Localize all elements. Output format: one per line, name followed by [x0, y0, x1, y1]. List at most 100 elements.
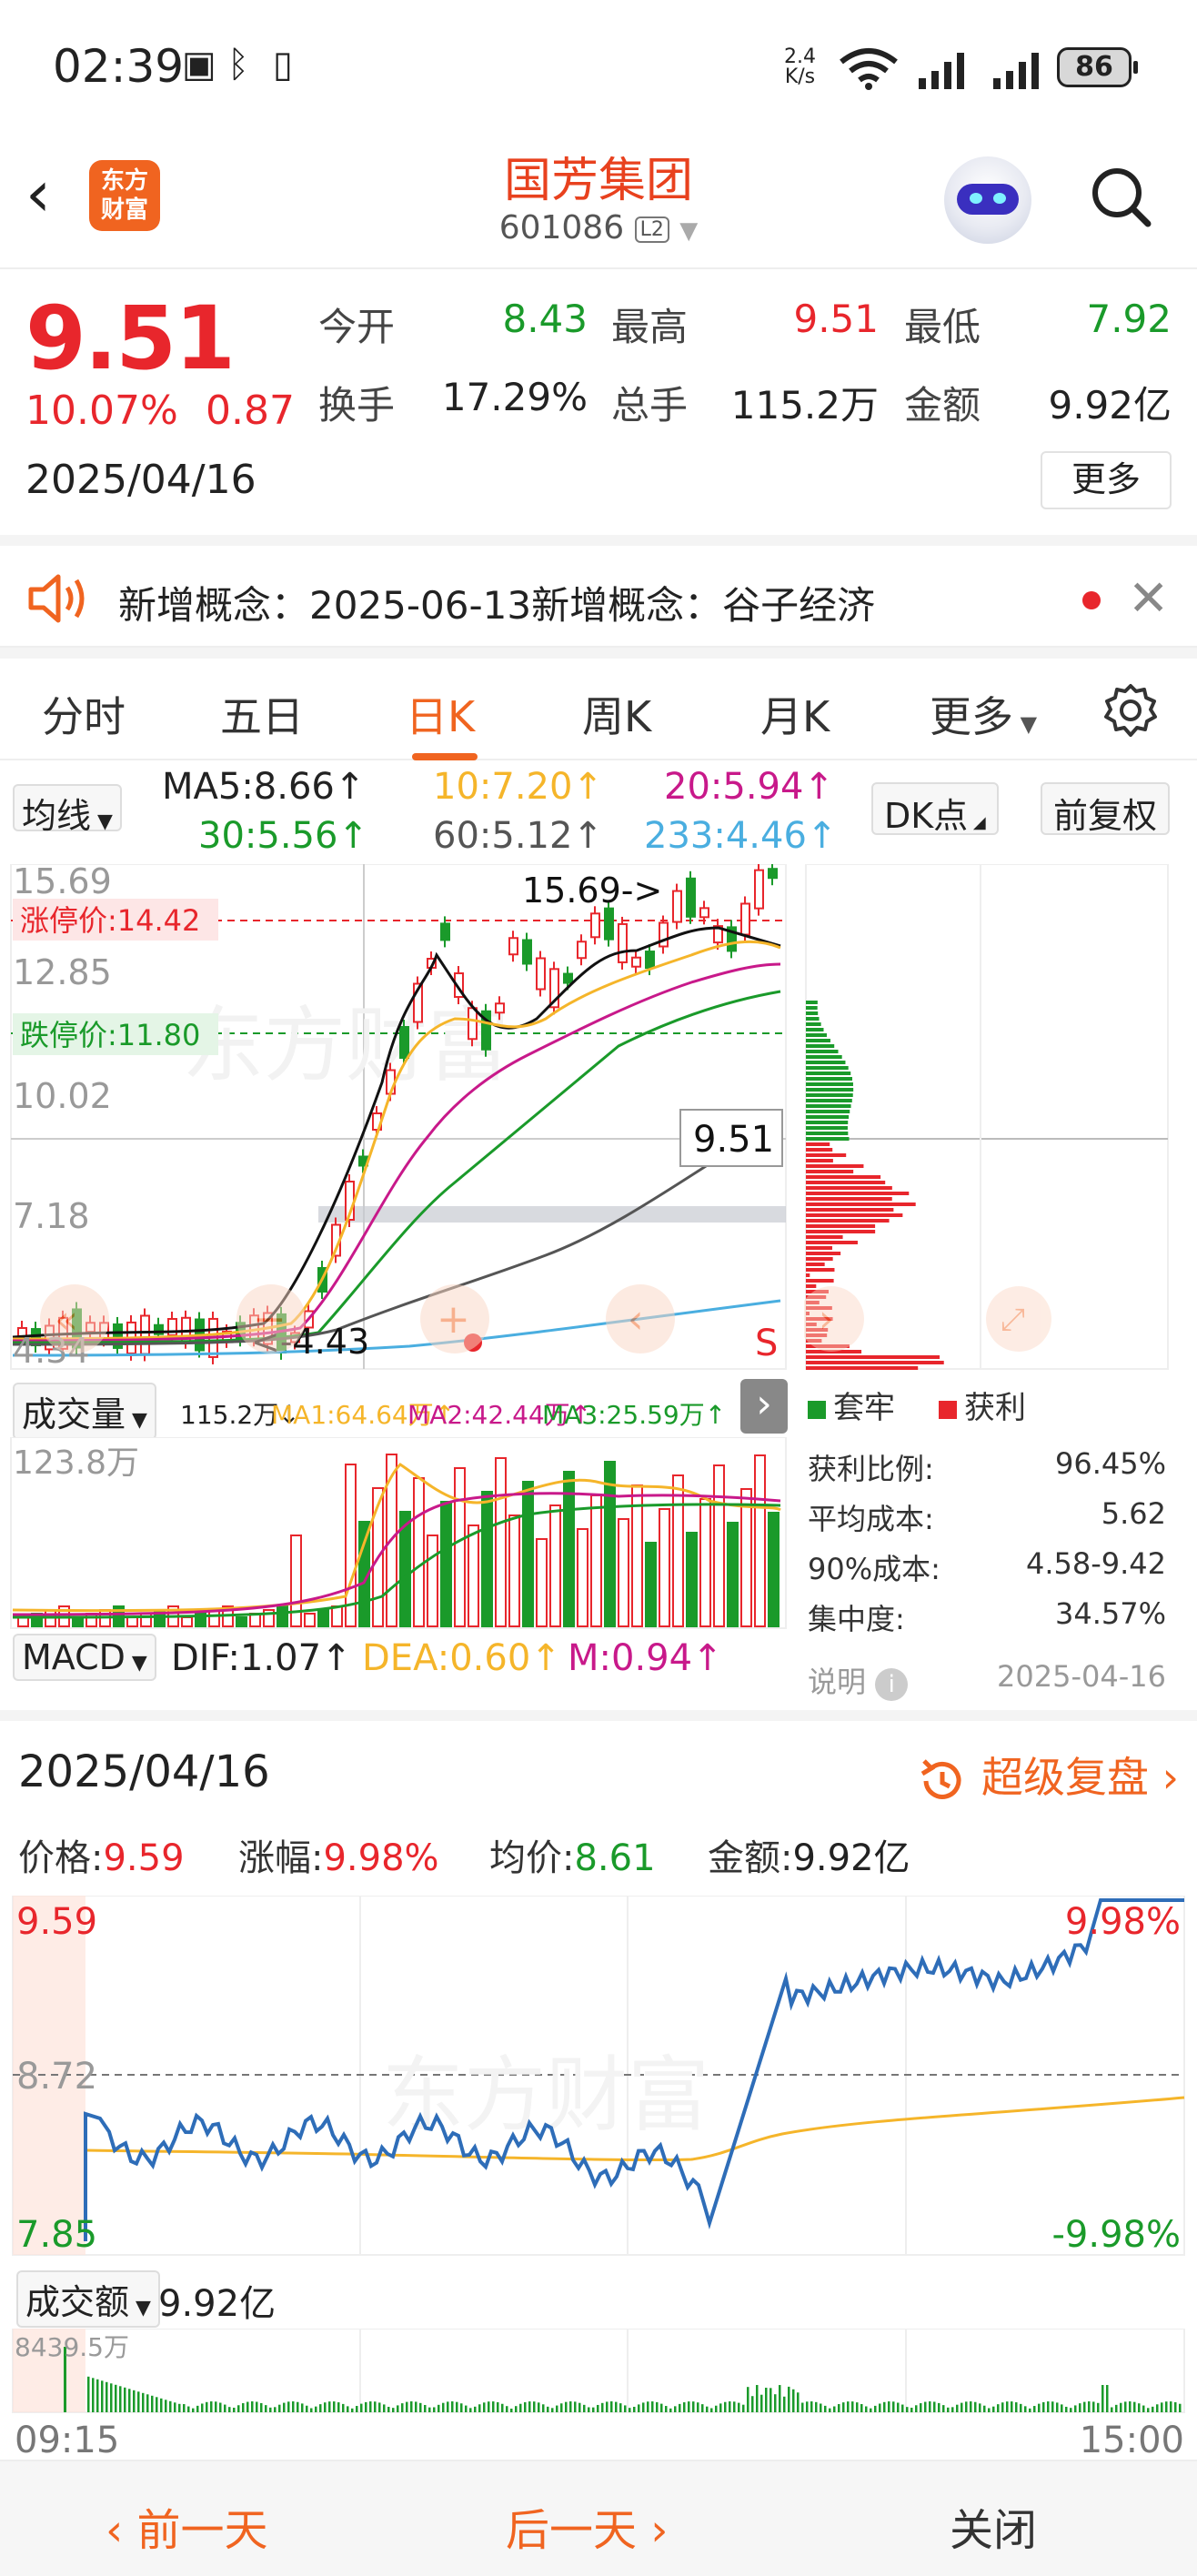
volume-selector[interactable]: 成交量 ▼	[13, 1383, 156, 1440]
chip-bar	[806, 1235, 843, 1239]
candle-body	[399, 1026, 409, 1059]
volume-chart[interactable]: 123.8万	[0, 1437, 791, 1630]
intraday-chart[interactable]: 东方财富 9.59 8.72 7.85 9.98% -9.98%	[0, 1896, 1197, 2259]
intraday-volume-bar	[610, 2401, 613, 2412]
intraday-volume-bar	[1142, 2405, 1145, 2412]
tab-more[interactable]: 更多 ▼	[930, 684, 1037, 744]
amount-selector[interactable]: 成交额 ▼	[16, 2270, 160, 2328]
concept-notice[interactable]: 新增概念：2025-06-13新增概念：谷子经济 ✕	[0, 535, 1197, 648]
support-band	[318, 1206, 786, 1223]
chip-distribution-chart[interactable]: › ⤢	[804, 864, 1172, 1374]
volume-bar	[522, 1481, 534, 1627]
chip-bar	[806, 1208, 894, 1212]
volume-row: 成交量 ▼ 115.2万↓ MA1:64.64万↑ MA2:42.44万↑ MA…	[0, 1379, 791, 1440]
search-icon[interactable]	[1088, 164, 1153, 229]
intraday-volume-bar	[838, 2404, 840, 2412]
forward-adjust-button[interactable]: 前复权	[1041, 782, 1171, 836]
intraday-volume-bar	[187, 2406, 190, 2412]
chevron-right-icon: ›	[637, 2505, 669, 2556]
tab-five-day[interactable]: 五日	[220, 684, 304, 744]
intraday-volume-bar	[751, 2396, 754, 2412]
intraday-volume-bar	[428, 2407, 431, 2412]
intraday-volume-bar	[178, 2403, 181, 2412]
chip-bar	[806, 1082, 853, 1086]
volume-bar	[727, 1522, 739, 1627]
close-icon[interactable]: ✕	[1128, 569, 1169, 627]
intraday-volume-bar	[115, 2384, 117, 2412]
turnover-label: 换手	[318, 383, 396, 428]
intraday-volume-bar	[974, 2401, 977, 2412]
intraday-volume-bar	[897, 2402, 900, 2412]
intraday-volume-bar	[237, 2405, 240, 2412]
expand-panel-button[interactable]: ›	[740, 1379, 788, 1434]
candle-body	[468, 1007, 478, 1041]
intraday-volume-bar	[337, 2402, 340, 2412]
intraday-y-mid: 8.72	[16, 2056, 97, 2098]
intraday-volume-bar	[1138, 2403, 1141, 2412]
intraday-volume-bar	[301, 2403, 304, 2412]
chip-bar	[806, 1241, 858, 1244]
signal-icon-2	[993, 53, 1039, 89]
intraday-volume-bar	[1083, 2401, 1086, 2412]
intraday-volume-bar	[556, 2405, 558, 2412]
wifi-icon	[840, 48, 898, 90]
volume-axis-max: 123.8万	[13, 1444, 139, 1482]
ai-assistant-avatar[interactable]	[944, 156, 1031, 244]
intraday-volume-bar	[938, 2402, 940, 2412]
prev-day-button[interactable]: ‹ 前一天	[106, 2494, 267, 2558]
intraday-volume-chart[interactable]: 8439.5万	[0, 2329, 1197, 2416]
intraday-volume-bar	[910, 2408, 913, 2412]
dk-point-button[interactable]: DK点 ◢	[871, 782, 999, 836]
volume-bar	[618, 1518, 629, 1627]
intraday-volume-bar	[1029, 2408, 1031, 2412]
intraday-volume-bar	[419, 2402, 422, 2412]
intraday-volume-bar	[992, 2406, 995, 2412]
macd-selector[interactable]: MACD ▼	[13, 1634, 156, 1681]
detail-average: 均价:8.61	[489, 1828, 656, 1881]
y-label-2: 12.85	[13, 952, 112, 992]
intraday-volume-bar	[165, 2400, 167, 2412]
intraday-volume-bar	[328, 2401, 331, 2412]
intraday-volume-bar	[706, 2406, 709, 2412]
tab-daily-k[interactable]: 日K	[406, 684, 475, 744]
close-button[interactable]: 关闭	[950, 2494, 1037, 2558]
tab-monthly-k[interactable]: 月K	[760, 684, 830, 744]
intraday-volume-bar	[578, 2402, 581, 2412]
more-quote-button[interactable]: 更多	[1041, 451, 1172, 509]
detail-change: 涨幅:9.98%	[238, 1828, 439, 1881]
bluetooth-icon: ᛒ	[227, 44, 249, 86]
next-day-button[interactable]: 后一天 ›	[506, 2494, 668, 2558]
kline-chart[interactable]: 东方财富 15.69 12.85 10.02 7.18 4.34 涨停价:14.…	[0, 864, 791, 1374]
settings-gear-icon[interactable]	[1102, 682, 1159, 739]
chip-bar	[806, 1224, 876, 1228]
stat-value-profit-ratio: 96.45%	[1054, 1446, 1166, 1481]
intraday-volume-bar	[174, 2402, 176, 2412]
stat-value-90-cost: 4.58-9.42	[1025, 1546, 1166, 1581]
chip-bar	[806, 1001, 818, 1004]
tab-weekly-k[interactable]: 周K	[582, 684, 651, 744]
volume-bar	[740, 1488, 752, 1627]
intraday-volume-bar	[533, 2401, 536, 2412]
status-time: 02:39	[53, 40, 185, 93]
intraday-volume-bar	[256, 2401, 258, 2412]
tab-intraday[interactable]: 分时	[42, 684, 126, 744]
volume-bar	[713, 1464, 725, 1627]
chip-bar	[806, 1257, 833, 1261]
volume-ma3: MA3:25.59万↑	[542, 1400, 727, 1430]
indicator-selector[interactable]: 均线 ▼	[13, 784, 122, 836]
intraday-volume-bar	[374, 2401, 377, 2412]
intraday-volume-bar	[860, 2403, 863, 2412]
chip-bar	[806, 1077, 852, 1081]
chip-note-link[interactable]: 说明 i	[808, 1659, 909, 1701]
legend-profit: 获利	[939, 1383, 1026, 1427]
intraday-volume-bar	[719, 2403, 722, 2412]
last-price-tag: 9.51	[693, 1119, 774, 1161]
chip-bar	[806, 1104, 851, 1108]
intraday-volume-bar	[1056, 2402, 1059, 2412]
volume-bar	[345, 1464, 357, 1627]
intraday-volume-bar	[956, 2404, 959, 2412]
volume-bar	[495, 1457, 507, 1627]
concept-text: 新增概念：2025-06-13新增概念：谷子经济	[118, 583, 876, 628]
time-start: 09:15	[15, 2420, 120, 2461]
super-replay-button[interactable]: 超级复盘 ›	[917, 1745, 1179, 1806]
